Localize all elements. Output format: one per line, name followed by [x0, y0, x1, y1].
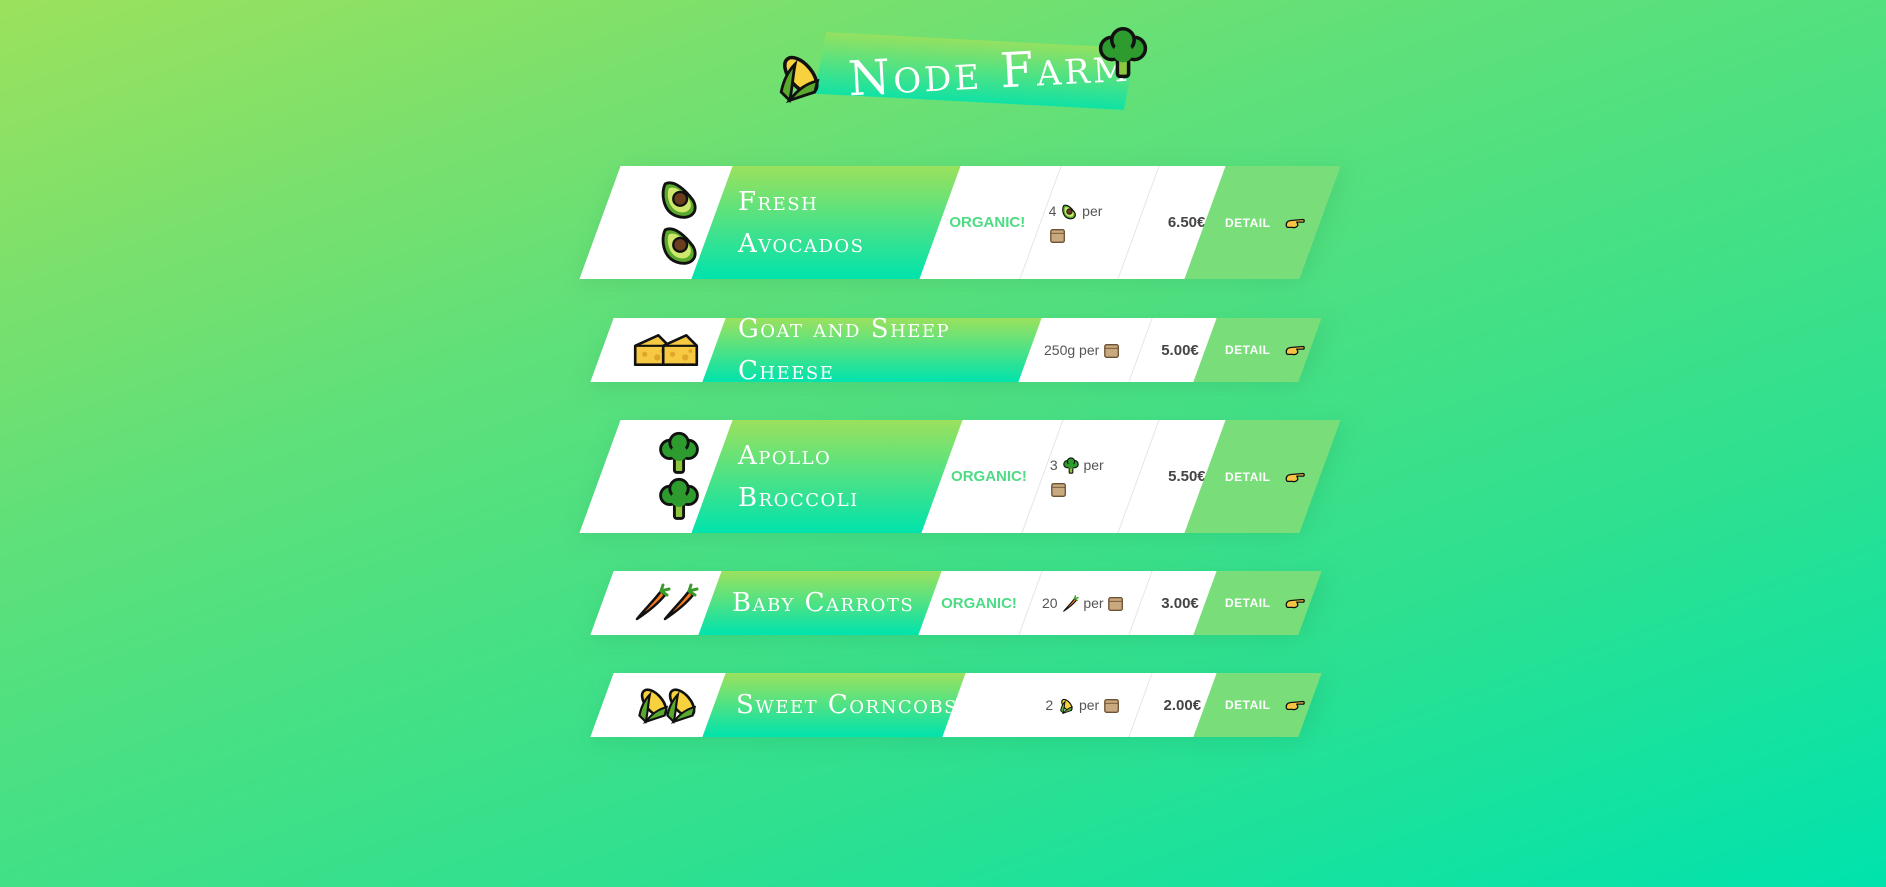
broccoli-icon: [1062, 457, 1080, 475]
quantity-per-box: 250g per: [1030, 338, 1142, 362]
detail-label: DETAIL: [1225, 596, 1271, 610]
avocado-icon: [655, 177, 703, 223]
pointing-hand-icon: [1284, 596, 1306, 610]
avocado-icon: [655, 223, 703, 269]
product-name-cell: Goat and Sheep Cheese: [702, 314, 1046, 386]
carrot-icon: [659, 580, 699, 626]
detail-button[interactable]: DETAIL: [1184, 166, 1341, 279]
header: Node Farm: [760, 20, 1160, 130]
product-info-cell: 2 per 2.00€: [942, 673, 1232, 737]
product-name-cell: Baby Carrots: [698, 571, 952, 635]
product-name: Fresh Avocados: [738, 186, 865, 259]
box-icon: [1103, 342, 1121, 360]
detail-label: DETAIL: [1225, 343, 1271, 357]
box-icon: [1049, 227, 1067, 245]
carrot-icon: [1061, 595, 1079, 613]
corn-icon: [659, 682, 701, 728]
quantity-per-box: 20 per: [1028, 591, 1142, 615]
cheese-icon: [659, 327, 701, 373]
product-name: Apollo Broccoli: [738, 440, 859, 513]
quantity-per-box: 3 per: [1036, 453, 1144, 501]
detail-label: DETAIL: [1225, 698, 1271, 712]
detail-label: DETAIL: [1225, 469, 1271, 484]
pointing-hand-icon: [1284, 343, 1306, 357]
pointing-hand-icon: [1284, 216, 1306, 230]
quantity-per-box: 2 per: [1031, 693, 1144, 717]
product-info-cell: ORGANIC! 20 per 3.00€: [918, 571, 1232, 635]
box-icon: [1107, 595, 1125, 613]
detail-label: DETAIL: [1225, 215, 1271, 230]
pointing-hand-icon: [1284, 698, 1306, 712]
product-name: Baby Carrots: [732, 588, 915, 618]
detail-button[interactable]: DETAIL: [1193, 673, 1322, 737]
broccoli-icon: [655, 431, 703, 477]
detail-button[interactable]: DETAIL: [1184, 420, 1341, 533]
broccoli-icon: [1095, 26, 1151, 82]
organic-badge: ORGANIC!: [941, 594, 1017, 612]
avocado-icon: [1060, 203, 1078, 221]
product-name: Sweet Corncobs: [736, 690, 958, 720]
broccoli-icon: [655, 477, 703, 523]
organic-badge: ORGANIC!: [951, 468, 1027, 485]
product-name-cell: Sweet Corncobs: [702, 673, 976, 737]
detail-button[interactable]: DETAIL: [1193, 318, 1322, 382]
corn-icon: [1057, 697, 1075, 715]
product-name: Goat and Sheep Cheese: [738, 314, 951, 386]
pointing-hand-icon: [1284, 470, 1306, 484]
box-icon: [1050, 481, 1068, 499]
box-icon: [1103, 697, 1121, 715]
organic-badge: ORGANIC!: [949, 214, 1026, 231]
detail-button[interactable]: DETAIL: [1193, 571, 1322, 635]
corn-icon: [770, 50, 826, 106]
quantity-per-box: 4 per: [1035, 199, 1144, 247]
